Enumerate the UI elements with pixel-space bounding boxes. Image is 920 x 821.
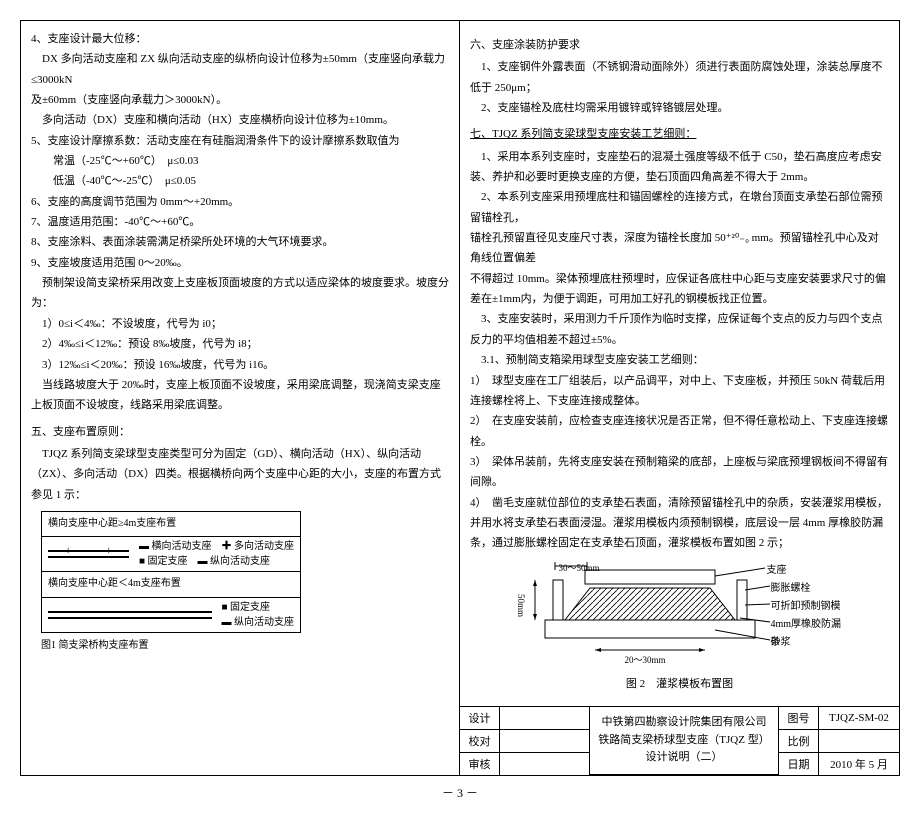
section-6-line2: 2、支座锚栓及底柱均需采用镀锌或锌铬镀层处理。 xyxy=(470,98,889,118)
section-7-3-1-item2: 2） 在支座安装前，应检查支座连接状况是否正常，但不得任意松动上、下支座连接螺栓… xyxy=(470,411,889,452)
bar-icon-cross xyxy=(48,550,129,552)
item-4-line2: 及±60mm（支座竖向承载力＞3000kN）。 xyxy=(31,90,449,110)
legend-marker-icon: ▬ xyxy=(222,617,232,628)
section-7-line3: 3、支座安装时，采用测力千斤顶作为临时支撑，应保证每个支点的反力与四个支点反力的… xyxy=(470,309,889,350)
tb-design-label: 设计 xyxy=(460,707,500,730)
legend-marker-icon: ■ xyxy=(222,602,228,613)
legend-marker-icon: ■ xyxy=(139,556,145,567)
section-7-3-1-item4: 4） 凿毛支座就位部位的支承垫石表面，清除预留锚栓孔中的杂质，安装灌浆用模板，并… xyxy=(470,493,889,554)
page-number: － 3 － xyxy=(20,784,900,801)
item-9-line3: 2）4‰≤i＜12‰：预设 8‰坡度，代号为 i8； xyxy=(31,334,449,354)
title-block: 设计 中铁第四勘察设计院集团有限公司 铁路简支梁桥球型支座（TJQZ 型） 设计… xyxy=(460,706,899,775)
tb-check-value xyxy=(500,730,590,753)
figure-1-diagram: 横向支座中心距≥4m支座布置 ▬ 横向活动支座 ✚ 多向活动支座 ■ 固定支座 … xyxy=(41,511,301,633)
item-9-line5: 当线路坡度大于 20‰时，支座上板顶面不设坡度，采用梁底调整，现浇简支梁支座上板… xyxy=(31,375,449,416)
section-7-line2c: 不得超过 10mm。梁体预埋底柱预埋时，应保证各底柱中心距与支座安装要求尺寸的偏… xyxy=(470,269,889,310)
tb-drawing-no-label: 图号 xyxy=(779,707,819,730)
item-9-line4: 3）12‰≤i＜20‰：预设 16‰坡度，代号为 i16。 xyxy=(31,355,449,375)
figure-1-header-b: 横向支座中心距＜4m支座布置 xyxy=(42,572,300,598)
fig2-dim-top: 30～50mm xyxy=(559,560,600,577)
section-7-3-1-item1: 1） 球型支座在工厂组装后，以产品调平，对中上、下支座板，并预压 50kN 荷载… xyxy=(470,371,889,412)
figure-1-legend-b: ■ 固定支座 ▬ 纵向活动支座 xyxy=(222,601,295,629)
fig2-dim-bot: 20～30mm xyxy=(625,652,666,669)
fig2-label-3: 可折卸预制钢模 xyxy=(771,598,841,617)
right-body: 六、支座涂装防护要求 1、支座钢件外露表面（不锈钢滑动面除外）须进行表面防腐蚀处… xyxy=(460,21,899,706)
section-7-line2b: 锚栓孔预留直径见支座尺寸表，深度为锚栓长度加 50⁺²⁰₋₀ mm。预留锚栓孔中… xyxy=(470,228,889,269)
figure-1-caption: 图1 简支梁桥构支座布置 xyxy=(41,637,449,656)
tb-approve-label: 审核 xyxy=(460,753,500,775)
item-9-line1: 预制架设简支梁桥采用改变上支座板顶面坡度的方式以适应梁体的坡度要求。坡度分为： xyxy=(31,273,449,314)
section-7-line1: 1、采用本系列支座时，支座垫石的混凝土强度等级不低于 C50，垫石高度应考虑安装… xyxy=(470,147,889,188)
right-column: 六、支座涂装防护要求 1、支座钢件外露表面（不锈钢滑动面除外）须进行表面防腐蚀处… xyxy=(460,21,899,775)
item-4-title: 4、支座设计最大位移： xyxy=(31,29,449,49)
tb-scale-label: 比例 xyxy=(779,730,819,753)
item-9-line2: 1）0≤i＜4‰：不设坡度，代号为 i0； xyxy=(31,314,449,334)
section-5-line1: TJQZ 系列简支梁球型支座类型可分为固定（GD）、横向活动（HX）、纵向活动（… xyxy=(31,444,449,505)
figure-1-row-b: ■ 固定支座 ▬ 纵向活动支座 xyxy=(42,598,300,632)
section-7-3-1-title: 3.1、预制简支箱梁用球型支座安装工艺细则： xyxy=(470,350,889,370)
legend-marker-icon: ✚ xyxy=(222,541,232,552)
figure-1-header-b-text: 横向支座中心距＜4m支座布置 xyxy=(48,575,181,594)
tb-sheet-name: 设计说明（二） xyxy=(646,749,723,767)
item-9-title: 9、支座坡度适用范围 0～20‰。 xyxy=(31,253,449,273)
item-4-line1: DX 多向活动支座和 ZX 纵向活动支座的纵桥向设计位移为±50mm（支座竖向承… xyxy=(31,49,449,90)
bar-icon-solid xyxy=(48,617,212,619)
figure-2-diagram: 30～50mm 20～30mm 50mm 支座 膨胀螺栓 可折卸预制钢模 4mm… xyxy=(515,560,845,670)
tb-approve-value xyxy=(500,753,590,775)
item-4-line3: 多向活动（DX）支座和横向活动（HX）支座横桥向设计位移为±10mm。 xyxy=(31,110,449,130)
item-6: 6、支座的高度调节范围为 0mm～+20mm。 xyxy=(31,192,449,212)
tb-project: 铁路简支梁桥球型支座（TJQZ 型） xyxy=(598,732,769,750)
item-5-line2: 低温（-40℃～-25℃） μ≤0.05 xyxy=(31,171,449,191)
fig2-label-5: 砂浆 xyxy=(771,634,791,653)
item-5-line1: 常温（-25℃～+60℃） μ≤0.03 xyxy=(31,151,449,171)
tb-scale-value xyxy=(819,730,899,753)
figure-2-caption: 图 2 灌浆模板布置图 xyxy=(470,674,889,694)
fig2-dim-h: 50mm xyxy=(513,594,530,617)
tb-check-label: 校对 xyxy=(460,730,500,753)
figure-1-row-a: ▬ 横向活动支座 ✚ 多向活动支座 ■ 固定支座 ▬ 纵向活动支座 xyxy=(42,537,300,572)
item-5-title: 5、支座设计摩擦系数：活动支座在有硅脂润滑条件下的设计摩擦系数取值为 xyxy=(31,131,449,151)
tb-drawing-no-value: TJQZ-SM-02 xyxy=(819,707,899,730)
figure-1-legend-a: ▬ 横向活动支座 ✚ 多向活动支座 ■ 固定支座 ▬ 纵向活动支座 xyxy=(139,540,294,568)
tb-company: 中铁第四勘察设计院集团有限公司 xyxy=(602,714,767,732)
tb-title-cell: 中铁第四勘察设计院集团有限公司 铁路简支梁桥球型支座（TJQZ 型） 设计说明（… xyxy=(590,707,779,775)
left-column: 4、支座设计最大位移： DX 多向活动支座和 ZX 纵向活动支座的纵桥向设计位移… xyxy=(21,21,460,775)
tb-date-value: 2010 年 5 月 xyxy=(819,753,899,775)
section-7-3-1-item3: 3） 梁体吊装前，先将支座安装在预制箱梁的底部，上座板与梁底预埋钢板间不得留有间… xyxy=(470,452,889,493)
tb-date-label: 日期 xyxy=(779,753,819,775)
item-7: 7、温度适用范围：-40℃～+60℃。 xyxy=(31,212,449,232)
fig2-label-1: 支座 xyxy=(767,562,787,581)
legend-marker-icon: ▬ xyxy=(139,541,149,552)
section-5-title: 五、支座布置原则： xyxy=(31,422,449,442)
figure-1-header-a-text: 横向支座中心距≥4m支座布置 xyxy=(48,515,176,534)
bar-icon-solid xyxy=(48,556,129,558)
fig2-label-2: 膨胀螺栓 xyxy=(771,580,811,599)
section-6-line1: 1、支座钢件外露表面（不锈钢滑动面除外）须进行表面防腐蚀处理，涂装总厚度不低于 … xyxy=(470,57,889,98)
bar-icon-solid xyxy=(48,611,212,613)
figure-1-header-a: 横向支座中心距≥4m支座布置 xyxy=(42,512,300,538)
item-8: 8、支座涂料、表面涂装需满足桥梁所处环境的大气环境要求。 xyxy=(31,232,449,252)
section-6-title: 六、支座涂装防护要求 xyxy=(470,35,889,55)
tb-design-value xyxy=(500,707,590,730)
section-7-line2: 2、本系列支座采用预埋底柱和锚固螺栓的连接方式，在墩台顶面支承垫石部位需预留锚栓… xyxy=(470,187,889,228)
drawing-sheet: 4、支座设计最大位移： DX 多向活动支座和 ZX 纵向活动支座的纵桥向设计位移… xyxy=(20,20,900,776)
legend-marker-icon: ▬ xyxy=(198,556,208,567)
section-7-title: 七、TJQZ 系列简支梁球型支座安装工艺细则： xyxy=(470,128,696,140)
